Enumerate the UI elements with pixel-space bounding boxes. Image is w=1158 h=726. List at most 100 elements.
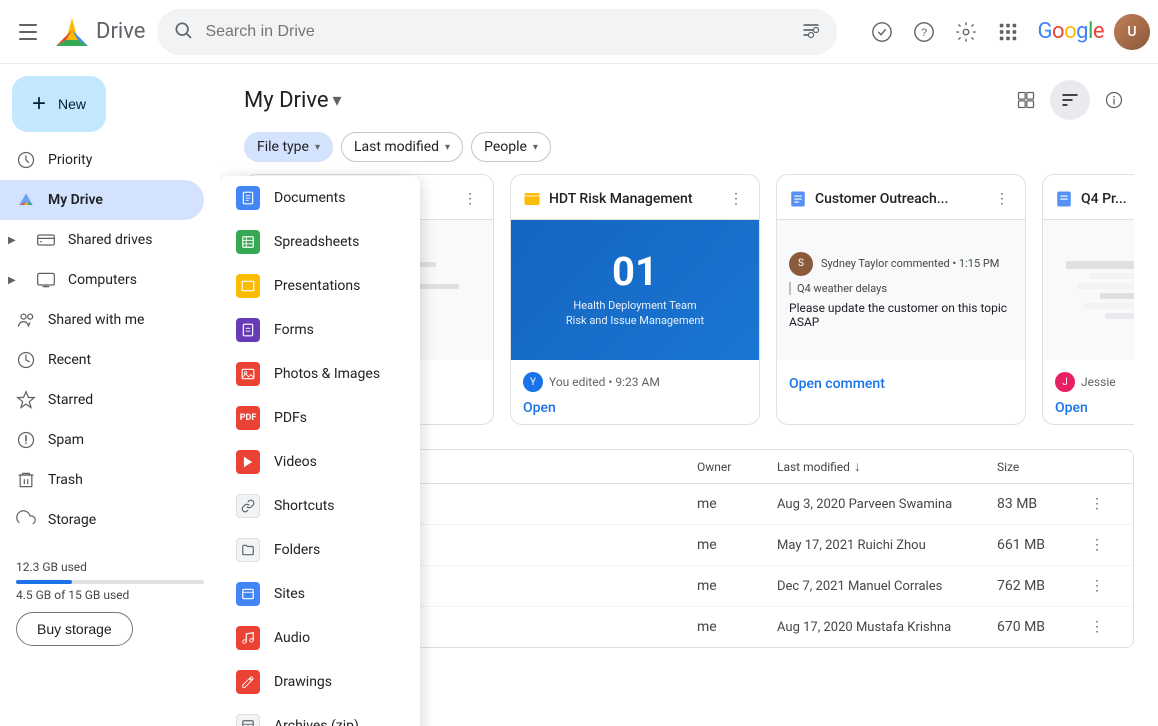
storage-used-label: 12.3 GB used — [16, 560, 204, 574]
people-arrow: ▾ — [533, 142, 538, 153]
sort-arrow-icon: ↓ — [854, 458, 861, 475]
card-more-icon-outreach[interactable]: ⋮ — [991, 187, 1013, 211]
dropdown-item-spreadsheets[interactable]: Spreadsheets — [220, 220, 420, 264]
drive-logo[interactable]: Drive — [52, 12, 145, 52]
dropdown-item-folders[interactable]: Folders — [220, 528, 420, 572]
new-button[interactable]: + New — [12, 76, 106, 132]
audio-icon — [236, 626, 260, 650]
drive-title-dropdown-arrow: ▾ — [333, 90, 342, 111]
videos-label: Videos — [274, 454, 317, 470]
search-bar[interactable] — [157, 9, 837, 55]
file-type-filter-btn[interactable]: File type ▾ — [244, 132, 333, 162]
pdfs-icon: PDF — [236, 406, 260, 430]
row4-more[interactable]: ⋮ — [1086, 615, 1108, 639]
sidebar-item-my-drive[interactable]: My Drive — [0, 180, 204, 220]
dropdown-item-sites[interactable]: Sites — [220, 572, 420, 616]
sidebar-label-recent: Recent — [48, 352, 91, 368]
card-more-icon-hdt[interactable]: ⋮ — [725, 187, 747, 211]
grid-view-icon — [1016, 90, 1036, 110]
sidebar-item-shared-drives[interactable]: ▶ Shared drives — [0, 220, 204, 260]
dropdown-item-videos[interactable]: Videos — [220, 440, 420, 484]
card-open-link-hdt[interactable]: Open — [523, 400, 556, 416]
file-card-q4[interactable]: Q4 Pr... ⋮ J — [1042, 174, 1134, 425]
expand-icon-computers: ▶ — [8, 275, 24, 286]
search-input[interactable] — [205, 23, 789, 41]
sites-label: Sites — [274, 586, 305, 602]
row3-more[interactable]: ⋮ — [1086, 574, 1108, 598]
archives-icon — [236, 714, 260, 726]
sidebar-item-spam[interactable]: Spam — [0, 420, 204, 460]
trash-icon — [16, 470, 36, 490]
col-owner: Owner — [697, 460, 731, 474]
checkmark-circle-icon — [871, 21, 893, 43]
recent-icon — [16, 350, 36, 370]
settings-icon-button[interactable] — [946, 12, 986, 52]
last-modified-filter-btn[interactable]: Last modified ▾ — [341, 132, 463, 162]
dropdown-item-photos-images[interactable]: Photos & Images — [220, 352, 420, 396]
question-mark-icon: ? — [913, 21, 935, 43]
avatar[interactable]: U — [1114, 14, 1150, 50]
support-icon-button[interactable] — [862, 12, 902, 52]
dropdown-item-pdfs[interactable]: PDF PDFs — [220, 396, 420, 440]
sidebar-label-storage: Storage — [48, 512, 96, 528]
pdfs-label: PDFs — [274, 410, 307, 426]
help-icon-button[interactable]: ? — [904, 12, 944, 52]
doc-icon-q4 — [1055, 190, 1073, 208]
storage-icon — [16, 510, 36, 530]
drive-title[interactable]: My Drive ▾ — [244, 88, 342, 113]
sort-icon — [1060, 90, 1080, 110]
folders-icon — [236, 538, 260, 562]
buy-storage-button[interactable]: Buy storage — [16, 612, 133, 646]
sidebar-label-trash: Trash — [48, 472, 83, 488]
sidebar-item-computers[interactable]: ▶ Computers — [0, 260, 204, 300]
dropdown-item-drawings[interactable]: Drawings — [220, 660, 420, 704]
row1-more[interactable]: ⋮ — [1086, 492, 1108, 516]
sidebar-item-storage[interactable]: Storage — [0, 500, 204, 540]
sort-options-button[interactable] — [1050, 80, 1090, 120]
file-card-hdt[interactable]: HDT Risk Management ⋮ 01 Health Deployme… — [510, 174, 760, 425]
card-open-comment-link[interactable]: Open comment — [789, 376, 885, 392]
computers-icon — [36, 270, 56, 290]
presentations-icon — [236, 274, 260, 298]
last-modified-label: Last modified — [354, 139, 439, 155]
sidebar-item-trash[interactable]: Trash — [0, 460, 204, 500]
dropdown-item-documents[interactable]: Documents — [220, 176, 420, 220]
grid-view-button[interactable] — [1006, 80, 1046, 120]
dropdown-item-archives[interactable]: Archives (zip) — [220, 704, 420, 726]
archives-label: Archives (zip) — [274, 718, 359, 726]
menu-icon-button[interactable] — [8, 12, 48, 52]
card-open-link-q4[interactable]: Open — [1055, 400, 1088, 416]
last-modified-arrow: ▾ — [445, 142, 450, 153]
apps-icon-button[interactable] — [988, 12, 1028, 52]
app-name-label: Drive — [96, 19, 145, 44]
main-header: My Drive ▾ — [220, 64, 1158, 128]
sidebar-item-recent[interactable]: Recent — [0, 340, 204, 380]
sidebar-label-shared-drives: Shared drives — [68, 232, 152, 248]
sidebar-label-spam: Spam — [48, 432, 84, 448]
dropdown-item-presentations[interactable]: Presentations — [220, 264, 420, 308]
col-last-modified[interactable]: Last modified — [777, 460, 850, 474]
shortcuts-icon — [236, 494, 260, 518]
search-icon — [173, 20, 193, 44]
spreadsheets-label: Spreadsheets — [274, 234, 359, 250]
spreadsheets-icon — [236, 230, 260, 254]
forms-label: Forms — [274, 322, 314, 338]
dropdown-item-forms[interactable]: Forms — [220, 308, 420, 352]
google-logo: Google — [1038, 19, 1104, 44]
sidebar-item-shared-with-me[interactable]: Shared with me — [0, 300, 204, 340]
shared-drives-icon — [36, 230, 56, 250]
dropdown-item-shortcuts[interactable]: Shortcuts — [220, 484, 420, 528]
info-button[interactable] — [1094, 80, 1134, 120]
people-filter-btn[interactable]: People ▾ — [471, 132, 551, 162]
file-card-customer-outreach[interactable]: Customer Outreach... ⋮ S Sydney Taylor c… — [776, 174, 1026, 425]
drive-title-text: My Drive — [244, 88, 329, 113]
sidebar-item-starred[interactable]: Starred — [0, 380, 204, 420]
row2-more[interactable]: ⋮ — [1086, 533, 1108, 557]
presentations-label: Presentations — [274, 278, 360, 294]
card-more-icon-1[interactable]: ⋮ — [459, 187, 481, 211]
filter-options-icon[interactable] — [801, 20, 821, 44]
dropdown-item-audio[interactable]: Audio — [220, 616, 420, 660]
sidebar-item-priority[interactable]: Priority — [0, 140, 204, 180]
sites-icon — [236, 582, 260, 606]
storage-usage-section: 12.3 GB used 4.5 GB of 15 GB used Buy st… — [0, 548, 220, 658]
